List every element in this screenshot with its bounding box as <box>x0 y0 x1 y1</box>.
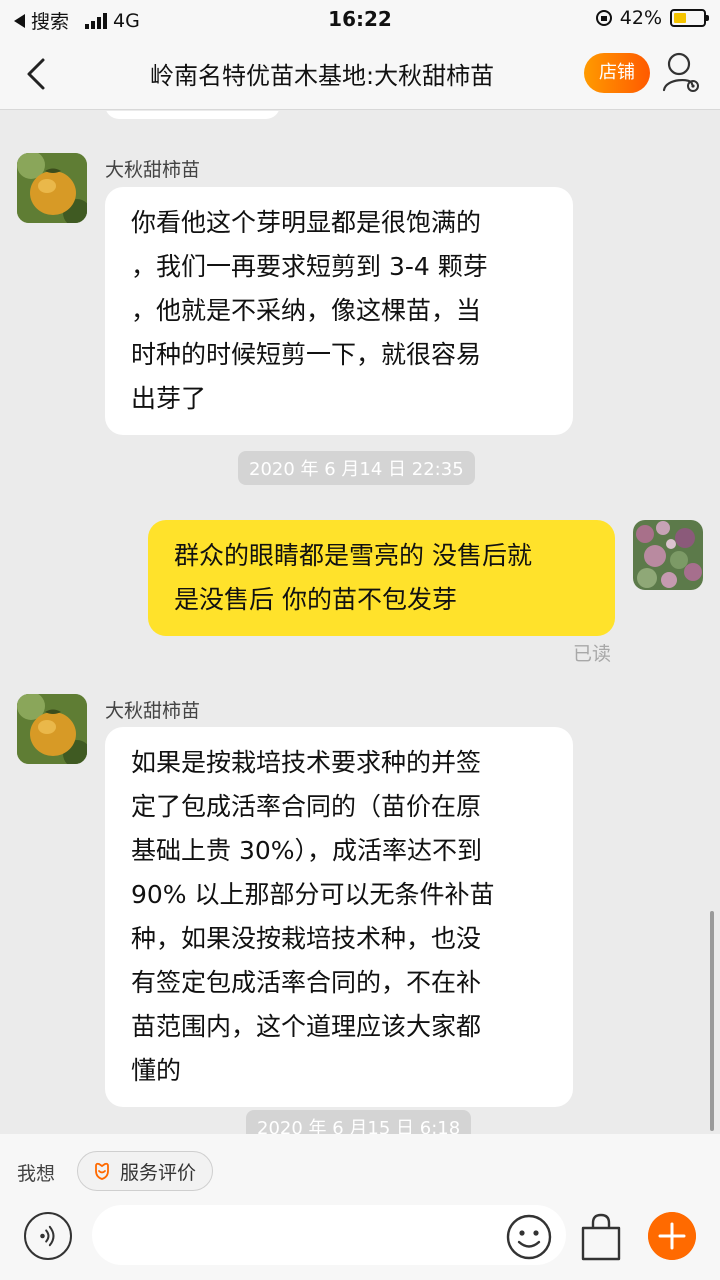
timestamp: 2020 年 6 月14 日 22:35 <box>238 451 475 485</box>
message-line: 苗范围内，这个道理应该大家都 <box>131 1012 482 1041</box>
page-title: 岭南名特优苗木基地:大秋甜柿苗 <box>150 62 495 90</box>
message-line: 时种的时候短剪一下，就很容易 <box>131 340 482 369</box>
status-right: 42% <box>595 7 709 29</box>
message-bubble[interactable]: 如果是按栽培技术要求种的并签 定了包成活率合同的（苗价在原 基础上贵 30%），… <box>105 727 573 1107</box>
quick-actions-bar: 我想 服务评价 <box>0 1134 720 1202</box>
my-message-bubble[interactable]: 群众的眼睛都是雪亮的 没售后就 是没售后 你的苗不包发芽 <box>148 520 615 636</box>
shopping-bag-icon[interactable] <box>578 1212 624 1262</box>
chat-area[interactable]: 大秋甜柿苗 你看他这个芽明显都是很饱满的 ，我们一再要求短剪到 3-4 颗芽 ，… <box>0 111 720 1134</box>
sender-name: 大秋甜柿苗 <box>105 159 201 181</box>
message-bubble[interactable]: 你看他这个芽明显都是很饱满的 ，我们一再要求短剪到 3-4 颗芽 ，他就是不采纳… <box>105 187 573 435</box>
shop-button[interactable]: 店铺 <box>584 53 650 93</box>
seller-avatar[interactable] <box>17 153 87 223</box>
nav-bar: 岭南名特优苗木基地:大秋甜柿苗 店铺 <box>0 38 720 110</box>
seller-avatar[interactable] <box>17 694 87 764</box>
timestamp: 2020 年 6 月15 日 6:18 <box>246 1110 472 1134</box>
voice-icon[interactable] <box>24 1212 72 1260</box>
battery-icon <box>670 9 709 27</box>
message-input[interactable] <box>92 1205 566 1265</box>
orientation-lock-icon <box>595 10 612 26</box>
quick-label: 我想 <box>17 1163 56 1185</box>
message-line: 有签定包成活率合同的，不在补 <box>131 968 482 997</box>
plus-icon[interactable] <box>648 1212 696 1260</box>
message-line: 是没售后 你的苗不包发芽 <box>174 585 457 614</box>
message-line: 出芽了 <box>131 384 207 413</box>
service-review-button[interactable]: 服务评价 <box>77 1151 214 1191</box>
message-line: 基础上贵 30%），成活率达不到 <box>131 836 483 865</box>
message-line: 懂的 <box>131 1056 182 1085</box>
message-line: 群众的眼睛都是雪亮的 没售后就 <box>174 541 532 570</box>
back-chevron-icon[interactable] <box>20 56 56 92</box>
user-settings-icon[interactable] <box>662 50 702 94</box>
emoji-icon[interactable] <box>505 1213 553 1261</box>
message-line: 种，如果没按栽培技术种，也没 <box>131 924 482 953</box>
my-avatar[interactable] <box>633 520 703 590</box>
message-line: 你看他这个芽明显都是很饱满的 <box>131 208 482 237</box>
status-bar: 搜索 4G 16:22 42% <box>0 0 720 38</box>
read-status: 已读 <box>573 643 612 665</box>
message-line: 90% 以上那部分可以无条件补苗 <box>131 880 495 909</box>
battery-percent: 42% <box>619 7 662 29</box>
message-line: ，我们一再要求短剪到 3-4 颗芽 <box>131 252 488 281</box>
message-line: 定了包成活率合同的（苗价在原 <box>131 792 482 821</box>
chat-scrollbar[interactable] <box>710 911 714 1131</box>
previous-message-bubble <box>105 111 280 119</box>
message-line: ，他就是不采纳，像这棵苗，当 <box>131 296 482 325</box>
service-review-icon <box>95 1162 109 1180</box>
service-review-label: 服务评价 <box>120 1161 197 1184</box>
input-bar <box>0 1202 720 1280</box>
sender-name: 大秋甜柿苗 <box>105 700 201 722</box>
message-line: 如果是按栽培技术要求种的并签 <box>131 748 482 777</box>
